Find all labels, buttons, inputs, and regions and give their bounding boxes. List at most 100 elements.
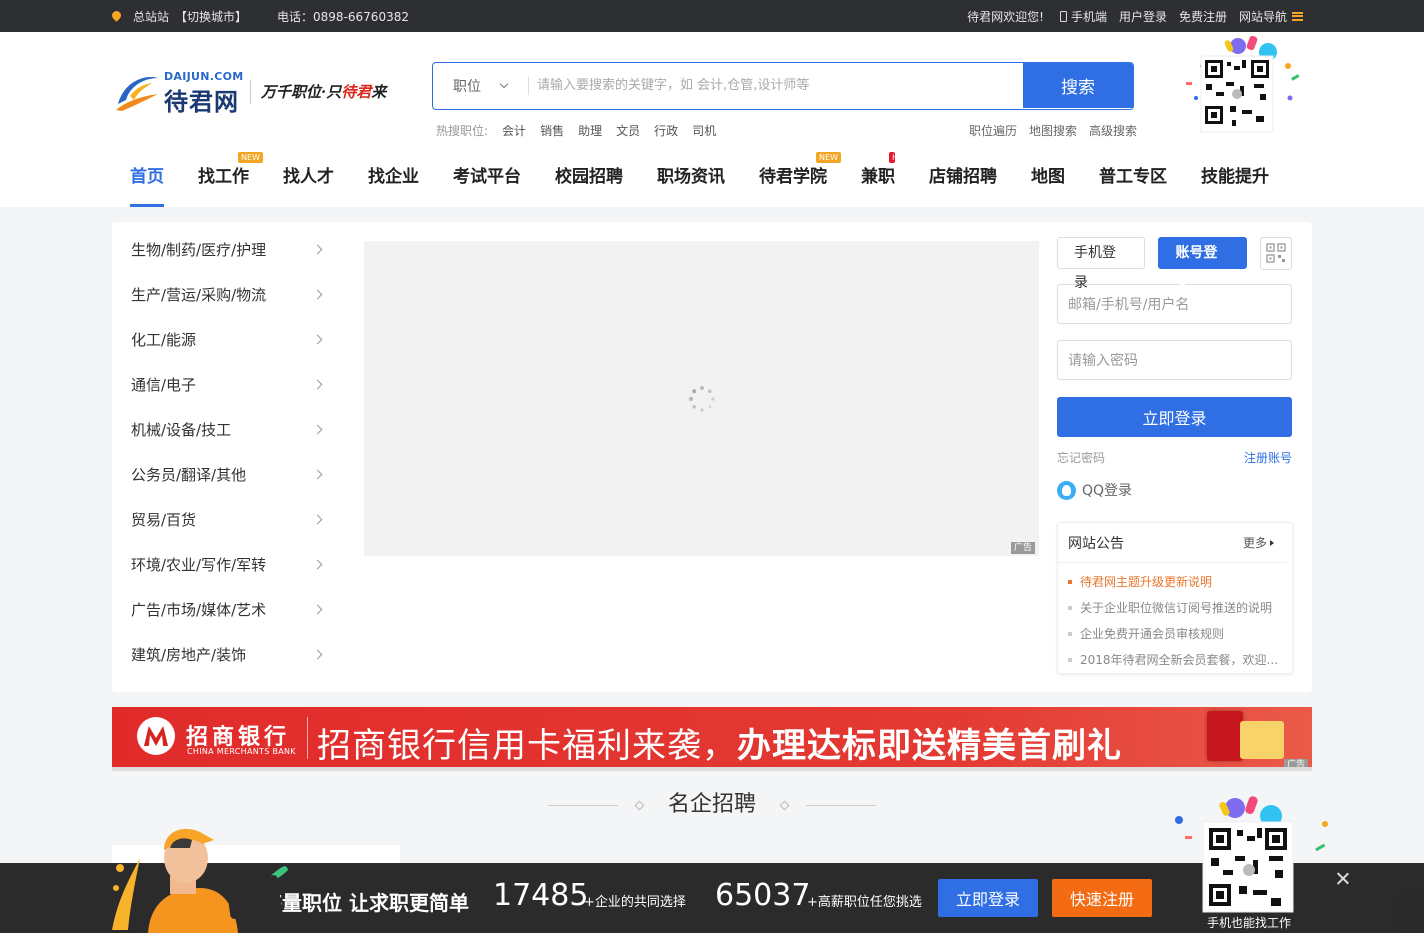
job-browse-link[interactable]: 职位遍历 xyxy=(969,122,1017,139)
notice-title: 网站公告 xyxy=(1068,535,1124,552)
hot-search-item[interactable]: 行政 xyxy=(654,122,678,139)
bank-ad-strip xyxy=(112,767,1312,771)
job-count: 65037 xyxy=(715,878,811,913)
gift-box-icon xyxy=(1240,721,1284,759)
site-nav-link[interactable]: 网站导航 xyxy=(1239,8,1303,25)
notice-item[interactable]: 2018年待君网全新会员套餐，欢迎... xyxy=(1068,647,1282,673)
chevron-right-icon xyxy=(312,469,323,480)
bank-ad-slogan-b: 办理达标即送精美首刷礼 xyxy=(737,726,1122,766)
logo-swoosh-icon xyxy=(116,77,158,111)
hot-search-item[interactable]: 销售 xyxy=(540,122,564,139)
nav-general-worker-zone[interactable]: 普工专区 xyxy=(1099,162,1167,207)
floatbar-login-button[interactable]: 立即登录 xyxy=(938,879,1038,917)
notice-more-link[interactable]: 更多 xyxy=(1243,534,1274,551)
nav-part-time[interactable]: 兼职 xyxy=(861,162,895,207)
advanced-search-links: 职位遍历 地图搜索 高级搜索 xyxy=(969,122,1137,139)
category-item[interactable]: 建筑/房地产/装饰 xyxy=(131,632,331,677)
category-item[interactable]: 生产/营运/采购/物流 xyxy=(131,272,331,317)
category-list: 生物/制药/医疗/护理 生产/营运/采购/物流 化工/能源 通信/电子 机械/设… xyxy=(131,227,331,677)
category-item[interactable]: 化工/能源 xyxy=(131,317,331,362)
chevron-right-icon xyxy=(312,424,323,435)
hot-search-item[interactable]: 会计 xyxy=(502,122,526,139)
nav-map[interactable]: 地图 xyxy=(1031,162,1065,207)
search-type-select[interactable]: 职位 xyxy=(433,63,528,108)
mascot-illustration xyxy=(112,828,288,933)
banner-carousel[interactable]: 广告 xyxy=(364,241,1039,556)
search-button[interactable]: 搜索 xyxy=(1023,63,1133,108)
title-line-right xyxy=(806,804,876,806)
top-bar-right: 待君网欢迎您! 手机端 用户登录 免费注册 网站导航 xyxy=(967,0,1303,32)
category-label: 生物/制药/医疗/护理 xyxy=(131,241,267,259)
bank-ad-banner[interactable]: 招商银行 CHINA MERCHANTS BANK 招商银行信用卡福利来袭，办理… xyxy=(112,707,1312,771)
close-icon[interactable] xyxy=(1336,871,1350,885)
main-nav: 首页 找工作 NEW 找人才 找企业 考试平台 HOT 校园招聘 职场资讯 待君学院… xyxy=(130,152,1303,207)
nav-career-news[interactable]: 职场资讯 xyxy=(657,162,725,207)
password-placeholder: 请输入密码 xyxy=(1068,353,1138,369)
nav-home[interactable]: 首页 xyxy=(130,162,164,207)
category-label: 机械/设备/技工 xyxy=(131,421,232,439)
notice-more-label: 更多 xyxy=(1242,536,1267,550)
switch-city-link[interactable]: 【切换城市】 xyxy=(175,8,247,25)
forgot-password-link[interactable]: 忘记密码 xyxy=(1057,449,1105,466)
mobile-link[interactable]: 手机端 xyxy=(1059,8,1107,25)
nav-campus-recruitment[interactable]: 校园招聘 xyxy=(555,162,623,207)
notice-item[interactable]: 关于企业职位微信订阅号推送的说明 xyxy=(1068,595,1282,621)
password-field[interactable]: 请输入密码 xyxy=(1057,340,1292,380)
category-item[interactable]: 生物/制药/医疗/护理 xyxy=(131,227,331,272)
hot-search-item[interactable]: 文员 xyxy=(616,122,640,139)
category-item[interactable]: 公务员/翻译/其他 xyxy=(131,452,331,497)
qr-code-decoration xyxy=(1186,36,1300,133)
category-item[interactable]: 贸易/百货 xyxy=(131,497,331,542)
qq-login-link[interactable]: QQ登录 xyxy=(1057,480,1292,500)
bank-ad-divider xyxy=(307,717,308,759)
category-item[interactable]: 环境/农业/写作/军转 xyxy=(131,542,331,587)
qq-icon xyxy=(1057,480,1076,500)
nav-find-jobs[interactable]: 找工作 NEW xyxy=(198,152,263,207)
search-input[interactable] xyxy=(537,63,1017,108)
login-submit-button[interactable]: 立即登录 xyxy=(1057,397,1292,437)
chevron-right-icon xyxy=(312,244,323,255)
nav-label: 店铺招聘 xyxy=(929,167,997,187)
category-item[interactable]: 机械/设备/技工 xyxy=(131,407,331,452)
nav-label: 待君学院 xyxy=(759,167,827,187)
nav-find-companies[interactable]: 找企业 xyxy=(368,162,419,207)
notice-item[interactable]: 企业免费开通会员审核规则 xyxy=(1068,621,1282,647)
advanced-search-link[interactable]: 高级搜索 xyxy=(1089,122,1137,139)
welcome-text: 待君网欢迎您! xyxy=(967,9,1044,24)
hot-search-item[interactable]: 助理 xyxy=(578,122,602,139)
category-item[interactable]: 广告/市场/媒体/艺术 xyxy=(131,587,331,632)
free-register-link[interactable]: 免费注册 xyxy=(1179,8,1227,25)
notice-item[interactable]: 待君网主题升级更新说明 xyxy=(1068,569,1282,595)
nav-store-recruitment[interactable]: 店铺招聘 xyxy=(929,162,997,207)
tab-account-login[interactable]: 账号登录 xyxy=(1158,237,1247,291)
new-badge: NEW xyxy=(238,152,263,163)
nav-find-talent[interactable]: 找人才 xyxy=(283,162,334,207)
floatbar-register-button[interactable]: 快速注册 xyxy=(1052,879,1152,917)
nav-exam-platform[interactable]: 考试平台 HOT xyxy=(453,152,909,207)
nav-skills-upgrade[interactable]: 技能提升 xyxy=(1201,162,1269,207)
site-logo[interactable]: DAIJUN.COM 待君网 xyxy=(114,70,244,116)
logo-chinese-text: 待君网 xyxy=(164,88,239,116)
register-account-link[interactable]: 注册账号 xyxy=(1244,449,1292,466)
category-label: 环境/农业/写作/军转 xyxy=(131,556,267,574)
nav-label: 考试平台 xyxy=(453,167,521,187)
nav-label: 校园招聘 xyxy=(555,167,623,187)
chevron-right-icon xyxy=(312,649,323,660)
category-item[interactable]: 通信/电子 xyxy=(131,362,331,407)
chevron-down-icon xyxy=(499,79,509,89)
nav-academy[interactable]: 待君学院 NEW xyxy=(759,152,841,207)
slogan-part-a: 万千职位·只 xyxy=(261,83,342,101)
mobile-link-label: 手机端 xyxy=(1070,9,1107,24)
qr-login-button[interactable] xyxy=(1259,236,1293,270)
hot-search-item[interactable]: 司机 xyxy=(692,122,716,139)
user-login-link[interactable]: 用户登录 xyxy=(1119,8,1167,25)
nav-label: 找企业 xyxy=(368,167,419,187)
map-search-link[interactable]: 地图搜索 xyxy=(1029,122,1077,139)
tab-phone-login[interactable]: 手机登录 xyxy=(1057,237,1146,291)
section-title: 名企招聘 xyxy=(667,792,756,817)
notice-header: 网站公告 更多 xyxy=(1058,523,1286,563)
nav-label: 普工专区 xyxy=(1099,167,1167,187)
chevron-right-icon xyxy=(312,334,323,345)
category-label: 建筑/房地产/装饰 xyxy=(131,646,247,664)
chevron-right-icon xyxy=(312,604,323,615)
